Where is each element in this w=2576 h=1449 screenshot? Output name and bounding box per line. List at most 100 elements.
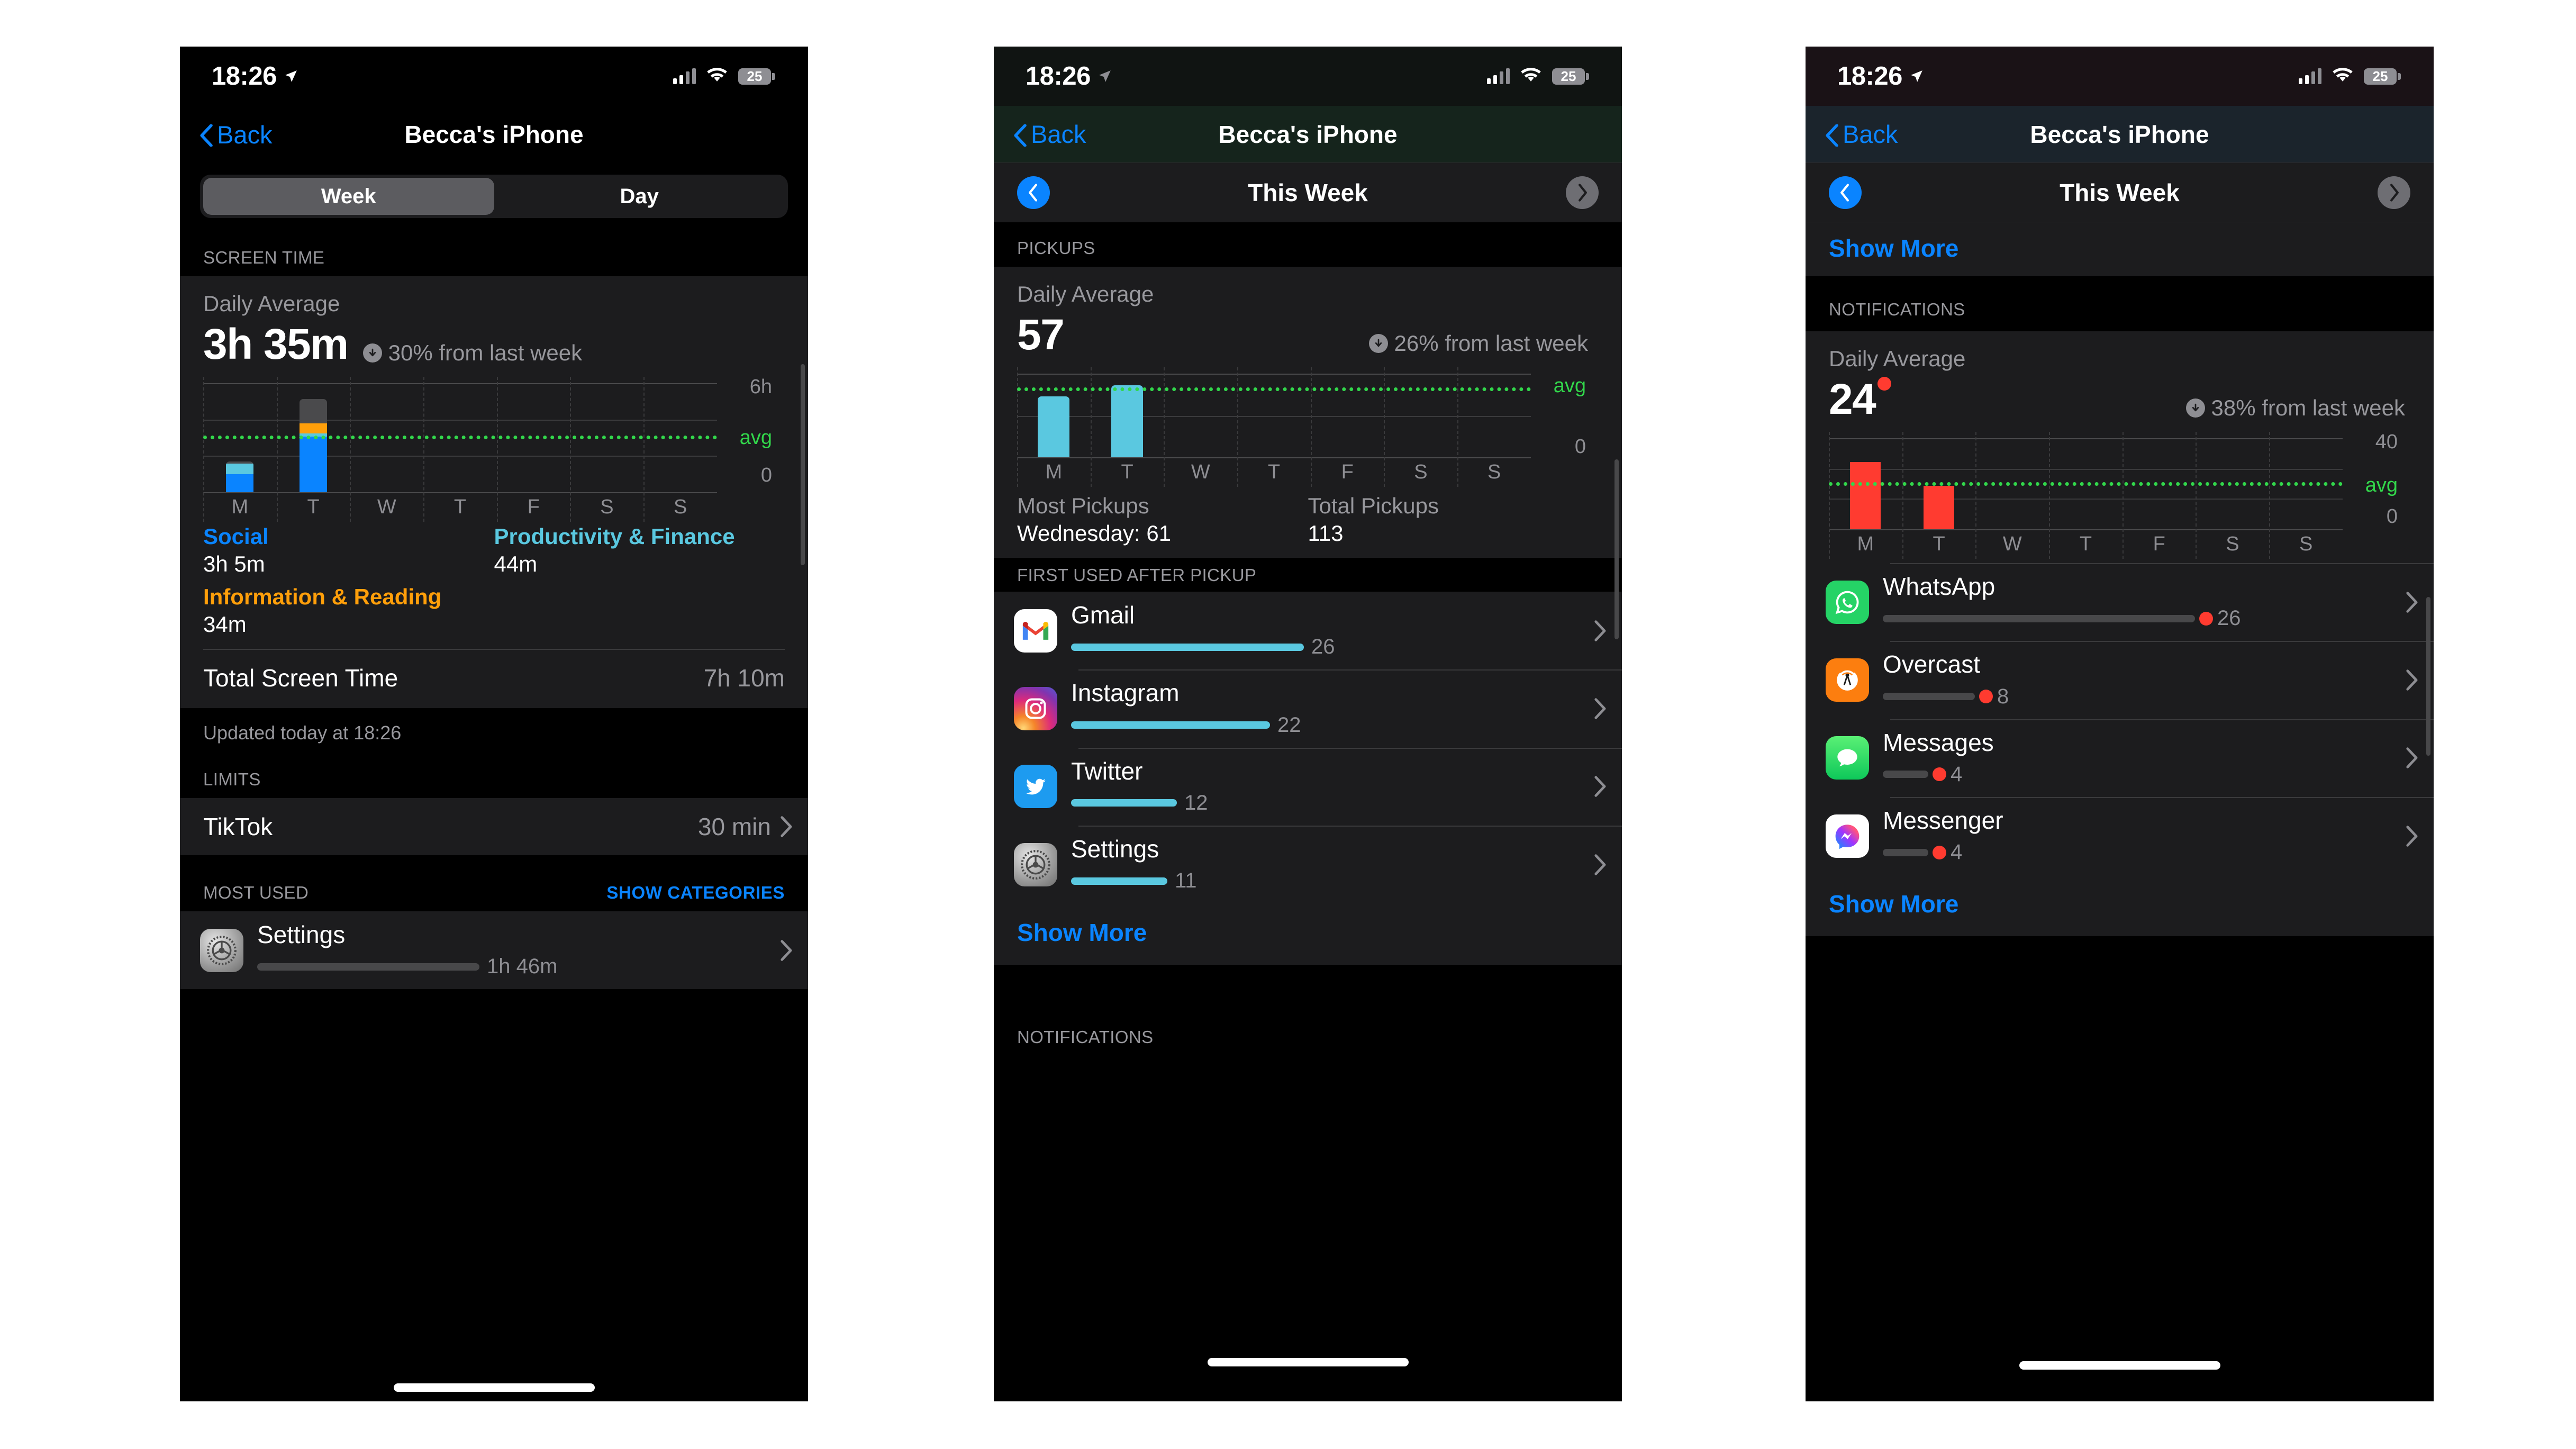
usage-bar: [1071, 721, 1270, 729]
legend-item-information: Information & Reading 34m: [203, 577, 494, 637]
settings-gear-icon: [1014, 843, 1057, 886]
location-arrow-icon: [284, 69, 298, 83]
x-tick: F: [1341, 461, 1354, 483]
section-header-pickups: PICKUPS: [1017, 238, 1095, 258]
home-indicator: [1806, 1361, 2434, 1370]
notification-row-messages[interactable]: Messages 4: [1806, 719, 2434, 797]
most-pickups-label: Most Pickups: [1017, 493, 1149, 518]
chevron-right-icon: [1594, 620, 1606, 641]
app-bar-row: 4: [1883, 755, 2392, 786]
location-arrow-icon: [1910, 69, 1924, 83]
first-used-row-settings[interactable]: Settings 11: [994, 825, 1622, 904]
app-name: Messages: [1883, 728, 1994, 756]
page-title: Becca's iPhone: [404, 121, 584, 148]
most-used-row-settings[interactable]: Settings 1h 46m: [180, 911, 808, 990]
notification-row-messenger[interactable]: Messenger 4: [1806, 796, 2434, 875]
app-name: WhatsApp: [1883, 573, 1996, 600]
battery-level: 25: [2372, 68, 2388, 84]
x-tick: F: [2153, 533, 2165, 555]
most-used-bar-row: 1h 46m: [257, 947, 767, 979]
daily-average-label: Daily Average: [1017, 282, 1154, 306]
x-axis-labels: M T W T F S S: [1017, 461, 1531, 484]
previous-week-button[interactable]: [1829, 176, 1862, 209]
chevron-right-icon: [2406, 825, 2418, 847]
arrow-down-icon: [1368, 334, 1388, 353]
twitter-icon: [1014, 765, 1057, 809]
status-bar: 18:26 25: [180, 47, 808, 106]
daily-average-row: 57 26% from last week: [1017, 307, 1599, 360]
chevron-right-icon: [781, 816, 792, 837]
app-bar-row: 4: [1883, 833, 2392, 864]
app-body: Messages 4: [1883, 728, 2392, 786]
arrow-down-icon: [2185, 399, 2205, 418]
instagram-icon: [1014, 686, 1057, 730]
status-bar: 18:26 25: [1806, 47, 2434, 106]
delta-text: 30% from last week: [388, 340, 583, 365]
section-header-screen-time: SCREEN TIME: [203, 248, 325, 267]
updated-timestamp: Updated today at 18:26: [180, 708, 808, 744]
home-indicator: [180, 1383, 808, 1392]
legend-label: Social: [203, 524, 269, 549]
previous-week-button[interactable]: [1017, 176, 1050, 209]
average-line-label: avg: [739, 426, 772, 449]
tab-week[interactable]: Week: [203, 178, 494, 215]
scrollbar[interactable]: [2426, 597, 2430, 756]
delta-from-last-week: 38% from last week: [2185, 395, 2405, 421]
back-label: Back: [217, 120, 273, 149]
status-bar-right: 25: [673, 67, 775, 86]
x-tick: W: [2002, 533, 2022, 555]
limit-value: 30 min: [697, 813, 771, 840]
notification-dot: [1933, 767, 1946, 782]
first-used-row-gmail[interactable]: Gmail 26: [994, 592, 1622, 670]
most-used-value: 1h 46m: [487, 955, 558, 979]
most-used-app-name: Settings: [257, 921, 346, 948]
section-header-most-used: MOST USED SHOW CATEGORIES: [180, 855, 808, 911]
show-more-button[interactable]: Show More: [994, 903, 1622, 965]
next-week-button: [1566, 176, 1599, 209]
show-more-button[interactable]: Show More: [1806, 875, 2434, 937]
tab-day[interactable]: Day: [494, 178, 785, 215]
show-more-top-button[interactable]: Show More: [1806, 222, 2434, 276]
app-body: Overcast 8: [1883, 651, 2392, 708]
x-tick: T: [2079, 533, 2092, 555]
scrollbar[interactable]: [1614, 459, 1619, 639]
app-body: Messenger 4: [1883, 808, 2392, 864]
x-tick: S: [600, 496, 614, 518]
notification-row-whatsapp[interactable]: WhatsApp 26: [1806, 563, 2434, 641]
app-name: Messenger: [1883, 806, 2003, 834]
notification-badge-dot: [1877, 377, 1892, 391]
first-used-row-instagram[interactable]: Instagram 22: [994, 669, 1622, 748]
cellular-signal-icon: [673, 68, 696, 84]
chevron-right-icon: [2406, 669, 2418, 691]
week-navigator: This Week: [994, 163, 1622, 222]
messenger-icon: [1826, 814, 1869, 858]
y-axis-bottom-label: 0: [2386, 505, 2398, 528]
back-button[interactable]: Back: [200, 120, 273, 149]
app-name: Gmail: [1071, 601, 1135, 629]
status-bar-clock: 18:26: [1026, 62, 1091, 90]
period-segmented-control[interactable]: Week Day: [200, 175, 788, 218]
limit-row-tiktok[interactable]: TikTok 30 min: [180, 798, 808, 855]
scrollbar[interactable]: [801, 364, 805, 565]
legend-item-social: Social 3h 5m: [203, 524, 494, 577]
app-count: 4: [1951, 762, 1963, 786]
section-header-first-used: FIRST USED AFTER PICKUP: [1017, 565, 1257, 585]
back-button[interactable]: Back: [1014, 120, 1086, 149]
notification-bar-track: [1883, 693, 1975, 701]
legend-item-productivity: Productivity & Finance 44m: [494, 524, 785, 577]
first-used-row-twitter[interactable]: Twitter 12: [994, 747, 1622, 826]
daily-average-value: 57: [1017, 311, 1065, 359]
battery-level: 25: [747, 68, 763, 84]
bar: [1111, 385, 1144, 457]
notification-row-overcast[interactable]: Overcast 8: [1806, 641, 2434, 719]
app-name: Twitter: [1071, 757, 1143, 785]
overcast-icon: [1826, 658, 1869, 702]
total-pickups-value: 113: [1308, 521, 1344, 546]
screen-time-chart: avg 6h 0 M T W T F S S: [203, 376, 785, 522]
show-categories-button[interactable]: SHOW CATEGORIES: [606, 883, 785, 903]
x-tick: M: [231, 496, 249, 518]
stacked-bar: [226, 461, 254, 492]
app-body: Instagram 22: [1071, 680, 1581, 737]
bar: [1038, 396, 1070, 457]
back-button[interactable]: Back: [1826, 120, 1898, 149]
